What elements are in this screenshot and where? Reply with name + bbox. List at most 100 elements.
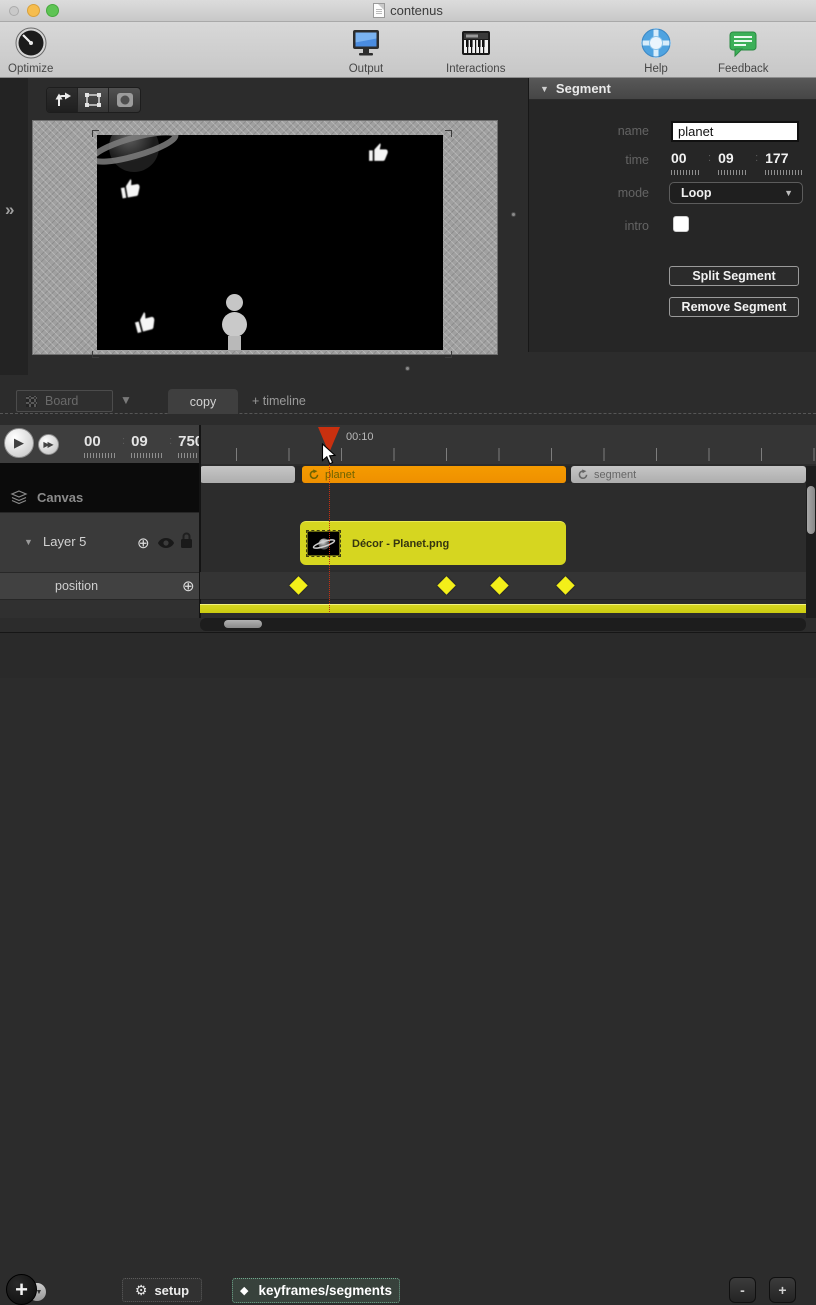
move-tool-button[interactable] (47, 88, 78, 112)
keyframe-diamond[interactable] (289, 576, 307, 594)
layers-header-label: Canvas (37, 490, 83, 505)
keyframe-diamond[interactable] (556, 576, 574, 594)
play-button[interactable]: ▶ (4, 428, 34, 458)
row-separator (200, 599, 806, 600)
gear-icon: ⚙ (135, 1282, 148, 1299)
keyframe-diamond[interactable] (437, 576, 455, 594)
intro-label: intro (529, 219, 649, 233)
close-button[interactable] (9, 6, 19, 16)
resize-handle-bottom[interactable] (405, 366, 410, 371)
bent-arrow-icon (52, 90, 72, 110)
segment-bar-label: segment (594, 469, 636, 481)
resize-handle-right[interactable] (511, 212, 516, 217)
transform-tool-button[interactable] (78, 88, 109, 112)
playhead-line (329, 455, 330, 612)
bottom-toolbar: ▼ + ⚙ setup ◆ keyframes/segments - + (0, 632, 816, 678)
layers-icon (10, 490, 28, 505)
layers-header[interactable]: Canvas (0, 484, 200, 511)
time-label: time (529, 153, 649, 167)
intro-checkbox[interactable] (673, 216, 689, 232)
stage-corner-mark (92, 351, 99, 358)
add-element-button[interactable]: + (6, 1274, 37, 1305)
ruler-time-label: 00:10 (346, 431, 374, 443)
help-button[interactable]: Help (638, 25, 674, 75)
vertical-scrollbar-thumb[interactable] (807, 486, 815, 534)
loop-icon (577, 469, 589, 480)
minimize-button[interactable] (27, 4, 40, 17)
segment-bar[interactable]: segment (571, 466, 806, 483)
name-label: name (529, 124, 649, 138)
empty-row (0, 599, 200, 618)
clip-bar[interactable]: Décor - Planet.png (300, 521, 566, 565)
timeline-range-bar[interactable] (200, 604, 806, 613)
mode-value: Loop (670, 186, 784, 200)
segment-panel-header[interactable]: ▼ Segment (529, 78, 816, 100)
add-timeline-tab[interactable]: + timeline (252, 394, 306, 408)
board-button[interactable]: Board (16, 390, 113, 412)
layer-row[interactable]: ▼ Layer 5 ⊕ (0, 512, 200, 572)
position-track-row[interactable]: position ⊕ (0, 572, 200, 599)
clip-thumbnail (307, 531, 340, 556)
thumbs-up-3[interactable] (130, 307, 159, 336)
tab-copy[interactable]: copy (168, 389, 238, 414)
zoom-in-button[interactable]: + (769, 1277, 796, 1303)
keyframe-diamond[interactable] (490, 576, 508, 594)
timeline-ruler[interactable]: 00:10 (200, 425, 816, 464)
stage-corner-mark (445, 130, 452, 137)
playback-controls: ▶ ▶▶ 00 : 09 : 750 (0, 425, 200, 464)
stage-area[interactable] (32, 120, 498, 355)
mode-dropdown[interactable]: Loop ▼ (669, 182, 803, 204)
horizontal-scrollbar[interactable] (200, 618, 806, 631)
keyframes-segments-toggle[interactable]: ◆ keyframes/segments (232, 1278, 400, 1303)
zoom-out-button[interactable]: - (729, 1277, 756, 1303)
output-button[interactable]: Output (348, 25, 384, 75)
fast-forward-button[interactable]: ▶▶ (38, 434, 59, 455)
zoom-button[interactable] (46, 4, 59, 17)
planet-graphic[interactable] (97, 135, 181, 175)
display-minutes[interactable]: 00 (84, 433, 116, 458)
canvas-stage[interactable] (97, 135, 443, 350)
setup-button[interactable]: ⚙ setup (122, 1278, 202, 1302)
position-track-name: position (55, 579, 98, 593)
document-icon (373, 3, 385, 18)
canvas-tools (46, 87, 141, 113)
chevron-down-icon: ▼ (784, 188, 802, 198)
time-millis[interactable]: 177 (765, 150, 803, 175)
thumbs-up-2[interactable] (367, 141, 390, 164)
layer-add-icon[interactable]: ⊕ (137, 534, 150, 552)
diamond-icon: ◆ (240, 1284, 248, 1297)
segment-bar[interactable] (200, 466, 295, 483)
titlebar: contenus (0, 0, 816, 22)
display-seconds[interactable]: 09 (131, 433, 163, 458)
lock-icon[interactable] (180, 532, 193, 549)
person-head (226, 294, 243, 311)
time-seconds[interactable]: 09 (718, 150, 748, 175)
segments-track[interactable]: planet segment (200, 466, 806, 483)
position-add-keyframe-icon[interactable]: ⊕ (182, 577, 195, 595)
shape-tool-button[interactable] (109, 88, 140, 112)
layer-collapse-triangle[interactable]: ▼ (24, 537, 33, 547)
lifesaver-icon (638, 25, 674, 61)
remove-segment-button[interactable]: Remove Segment (669, 297, 799, 317)
expand-panel-chevron[interactable]: » (5, 200, 13, 220)
time-minutes[interactable]: 00 (671, 150, 701, 175)
thumbs-up-1[interactable] (117, 175, 144, 202)
segment-panel-title: Segment (556, 81, 611, 96)
segment-panel: ▼ Segment name time 00 : 09 : 177 mode L… (528, 78, 816, 352)
mode-label: mode (529, 186, 649, 200)
interactions-button[interactable]: Interactions (446, 25, 505, 75)
position-keyframes[interactable] (200, 572, 806, 599)
split-segment-button[interactable]: Split Segment (669, 266, 799, 286)
feedback-button[interactable]: Feedback (718, 25, 769, 75)
optimize-button[interactable]: Optimize (8, 25, 53, 75)
horizontal-scrollbar-thumb[interactable] (224, 620, 262, 628)
eye-icon[interactable] (157, 537, 175, 549)
mouse-cursor (321, 443, 337, 466)
segment-bar[interactable]: planet (302, 466, 566, 483)
piano-icon (458, 25, 494, 61)
vertical-scrollbar[interactable] (806, 466, 816, 618)
clip-label: Décor - Planet.png (352, 538, 449, 550)
segment-time-fields: 00 : 09 : 177 (671, 150, 803, 175)
board-menu-triangle[interactable]: ▼ (120, 393, 132, 407)
segment-name-input[interactable] (671, 121, 799, 142)
